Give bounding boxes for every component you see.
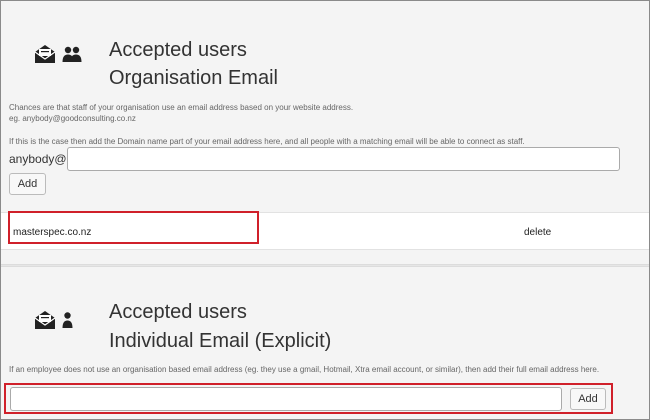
individual-title-line2: Individual Email (Explicit) — [109, 330, 332, 352]
org-help-example: eg. anybody@goodconsulting.co.nz — [9, 114, 136, 123]
envelope-icon — [34, 310, 56, 330]
individual-title-line1: Accepted users — [109, 301, 247, 323]
add-individual-button[interactable]: Add — [570, 388, 606, 410]
org-title-line2: Organisation Email — [109, 67, 278, 89]
org-title-line1: Accepted users — [109, 39, 247, 61]
individual-help-text: If an employee does not use an organisat… — [9, 365, 600, 374]
org-section-icons — [34, 44, 82, 64]
delete-domain-link[interactable]: delete — [524, 227, 551, 238]
table-row: masterspec.co.nz delete — [1, 212, 649, 250]
individual-email-input[interactable] — [10, 387, 562, 411]
domain-prefix-label: anybody@ — [9, 152, 67, 166]
envelope-icon — [34, 44, 56, 64]
org-help-text-1: Chances are that staff of your organisat… — [9, 103, 354, 112]
individual-section-icons — [34, 310, 73, 330]
add-domain-button[interactable]: Add — [9, 173, 46, 195]
user-icon — [62, 311, 73, 329]
domain-value: masterspec.co.nz — [13, 227, 92, 238]
domain-input[interactable] — [67, 147, 620, 171]
users-icon — [62, 45, 82, 63]
org-help-text-2: If this is the case then add the Domain … — [9, 137, 525, 146]
